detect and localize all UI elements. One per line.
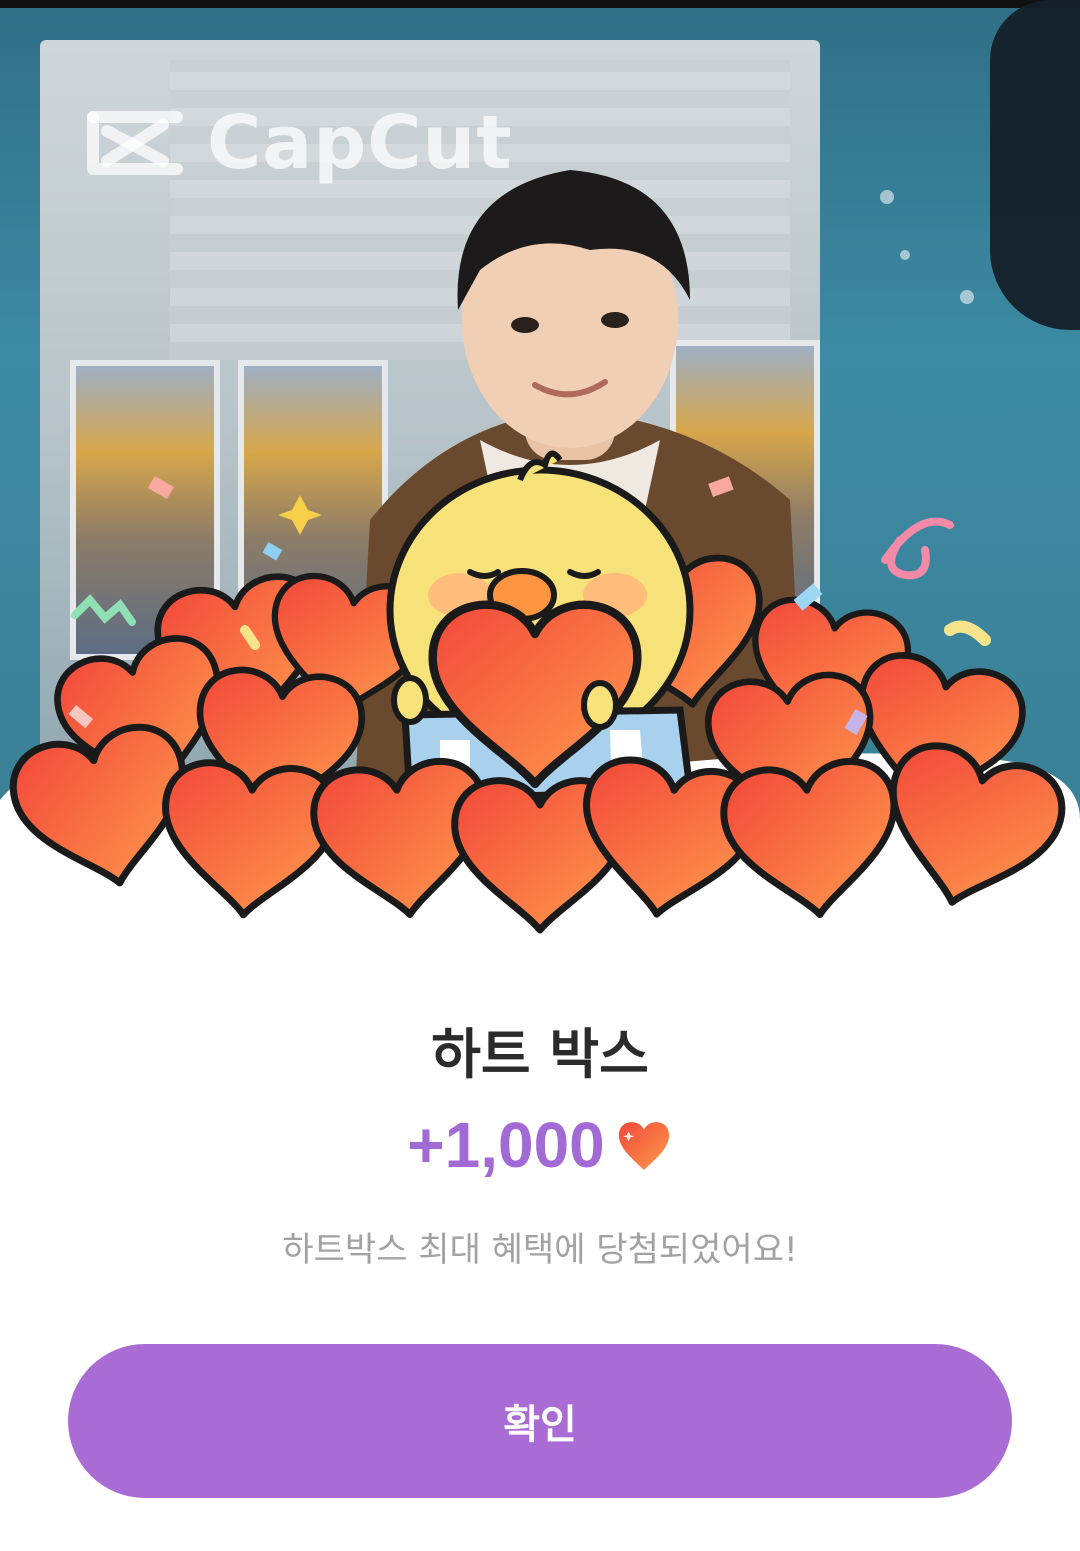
heart-icon xyxy=(618,1122,669,1171)
heart-box-illustration xyxy=(0,450,1080,960)
chick-character xyxy=(386,450,694,804)
reward-amount: +1,000 xyxy=(407,1109,605,1181)
reward-amount-row: +1,000 xyxy=(0,1108,1080,1182)
confirm-button[interactable]: 확인 xyxy=(68,1344,1012,1498)
sparkle xyxy=(900,250,910,260)
dialog-title: 하트 박스 xyxy=(431,1023,649,1086)
sparkle xyxy=(880,190,894,204)
reward-message: 하트박스 최대 혜택에 당첨되었어요! xyxy=(282,1230,798,1270)
sparkle xyxy=(960,290,974,304)
status-strip xyxy=(0,0,1080,8)
capcut-logo-icon xyxy=(87,111,183,175)
background-shadow xyxy=(990,0,1080,330)
